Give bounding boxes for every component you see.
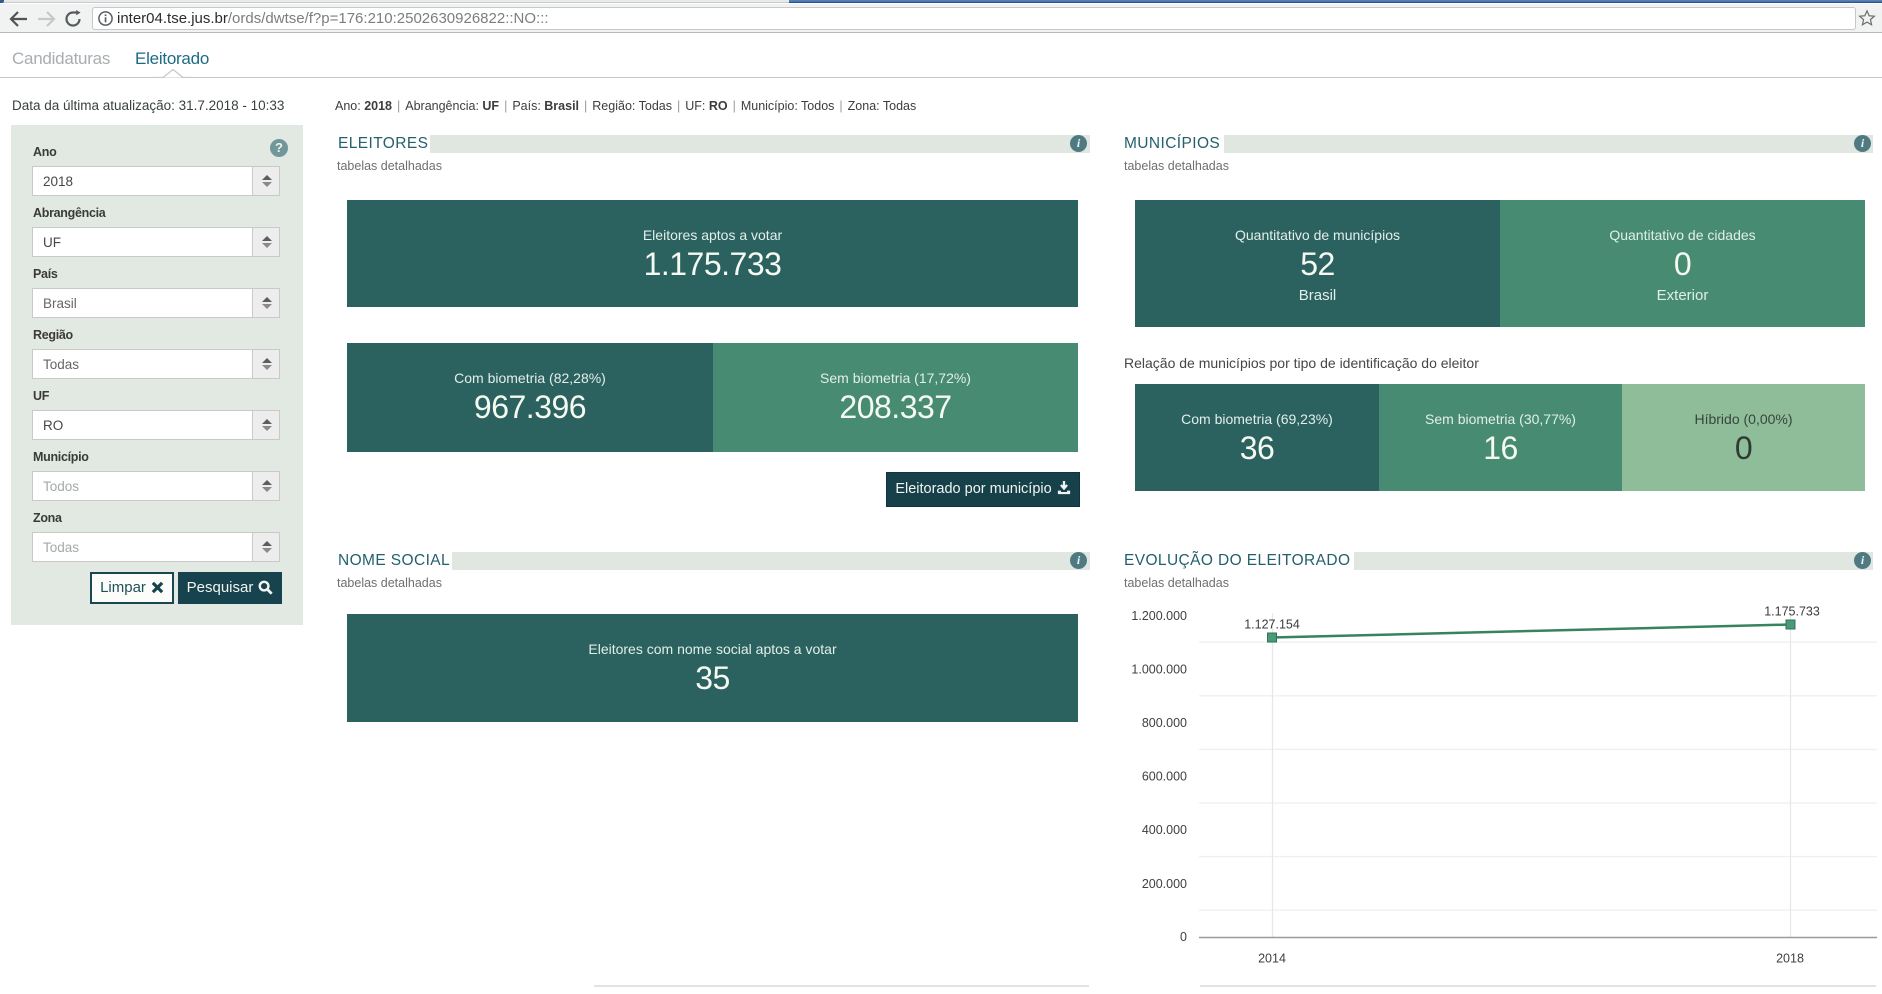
svg-text:1.127.154: 1.127.154 bbox=[1244, 618, 1300, 632]
svg-text:0: 0 bbox=[1180, 930, 1187, 944]
svg-text:2018: 2018 bbox=[1776, 952, 1804, 966]
svg-text:200.000: 200.000 bbox=[1142, 877, 1187, 891]
svg-text:400.000: 400.000 bbox=[1142, 823, 1187, 837]
svg-text:1.000.000: 1.000.000 bbox=[1131, 662, 1187, 676]
svg-text:2014: 2014 bbox=[1258, 952, 1286, 966]
svg-text:600.000: 600.000 bbox=[1142, 770, 1187, 784]
svg-text:1.200.000: 1.200.000 bbox=[1131, 609, 1187, 623]
svg-text:800.000: 800.000 bbox=[1142, 716, 1187, 730]
svg-text:1.175.733: 1.175.733 bbox=[1764, 605, 1820, 619]
